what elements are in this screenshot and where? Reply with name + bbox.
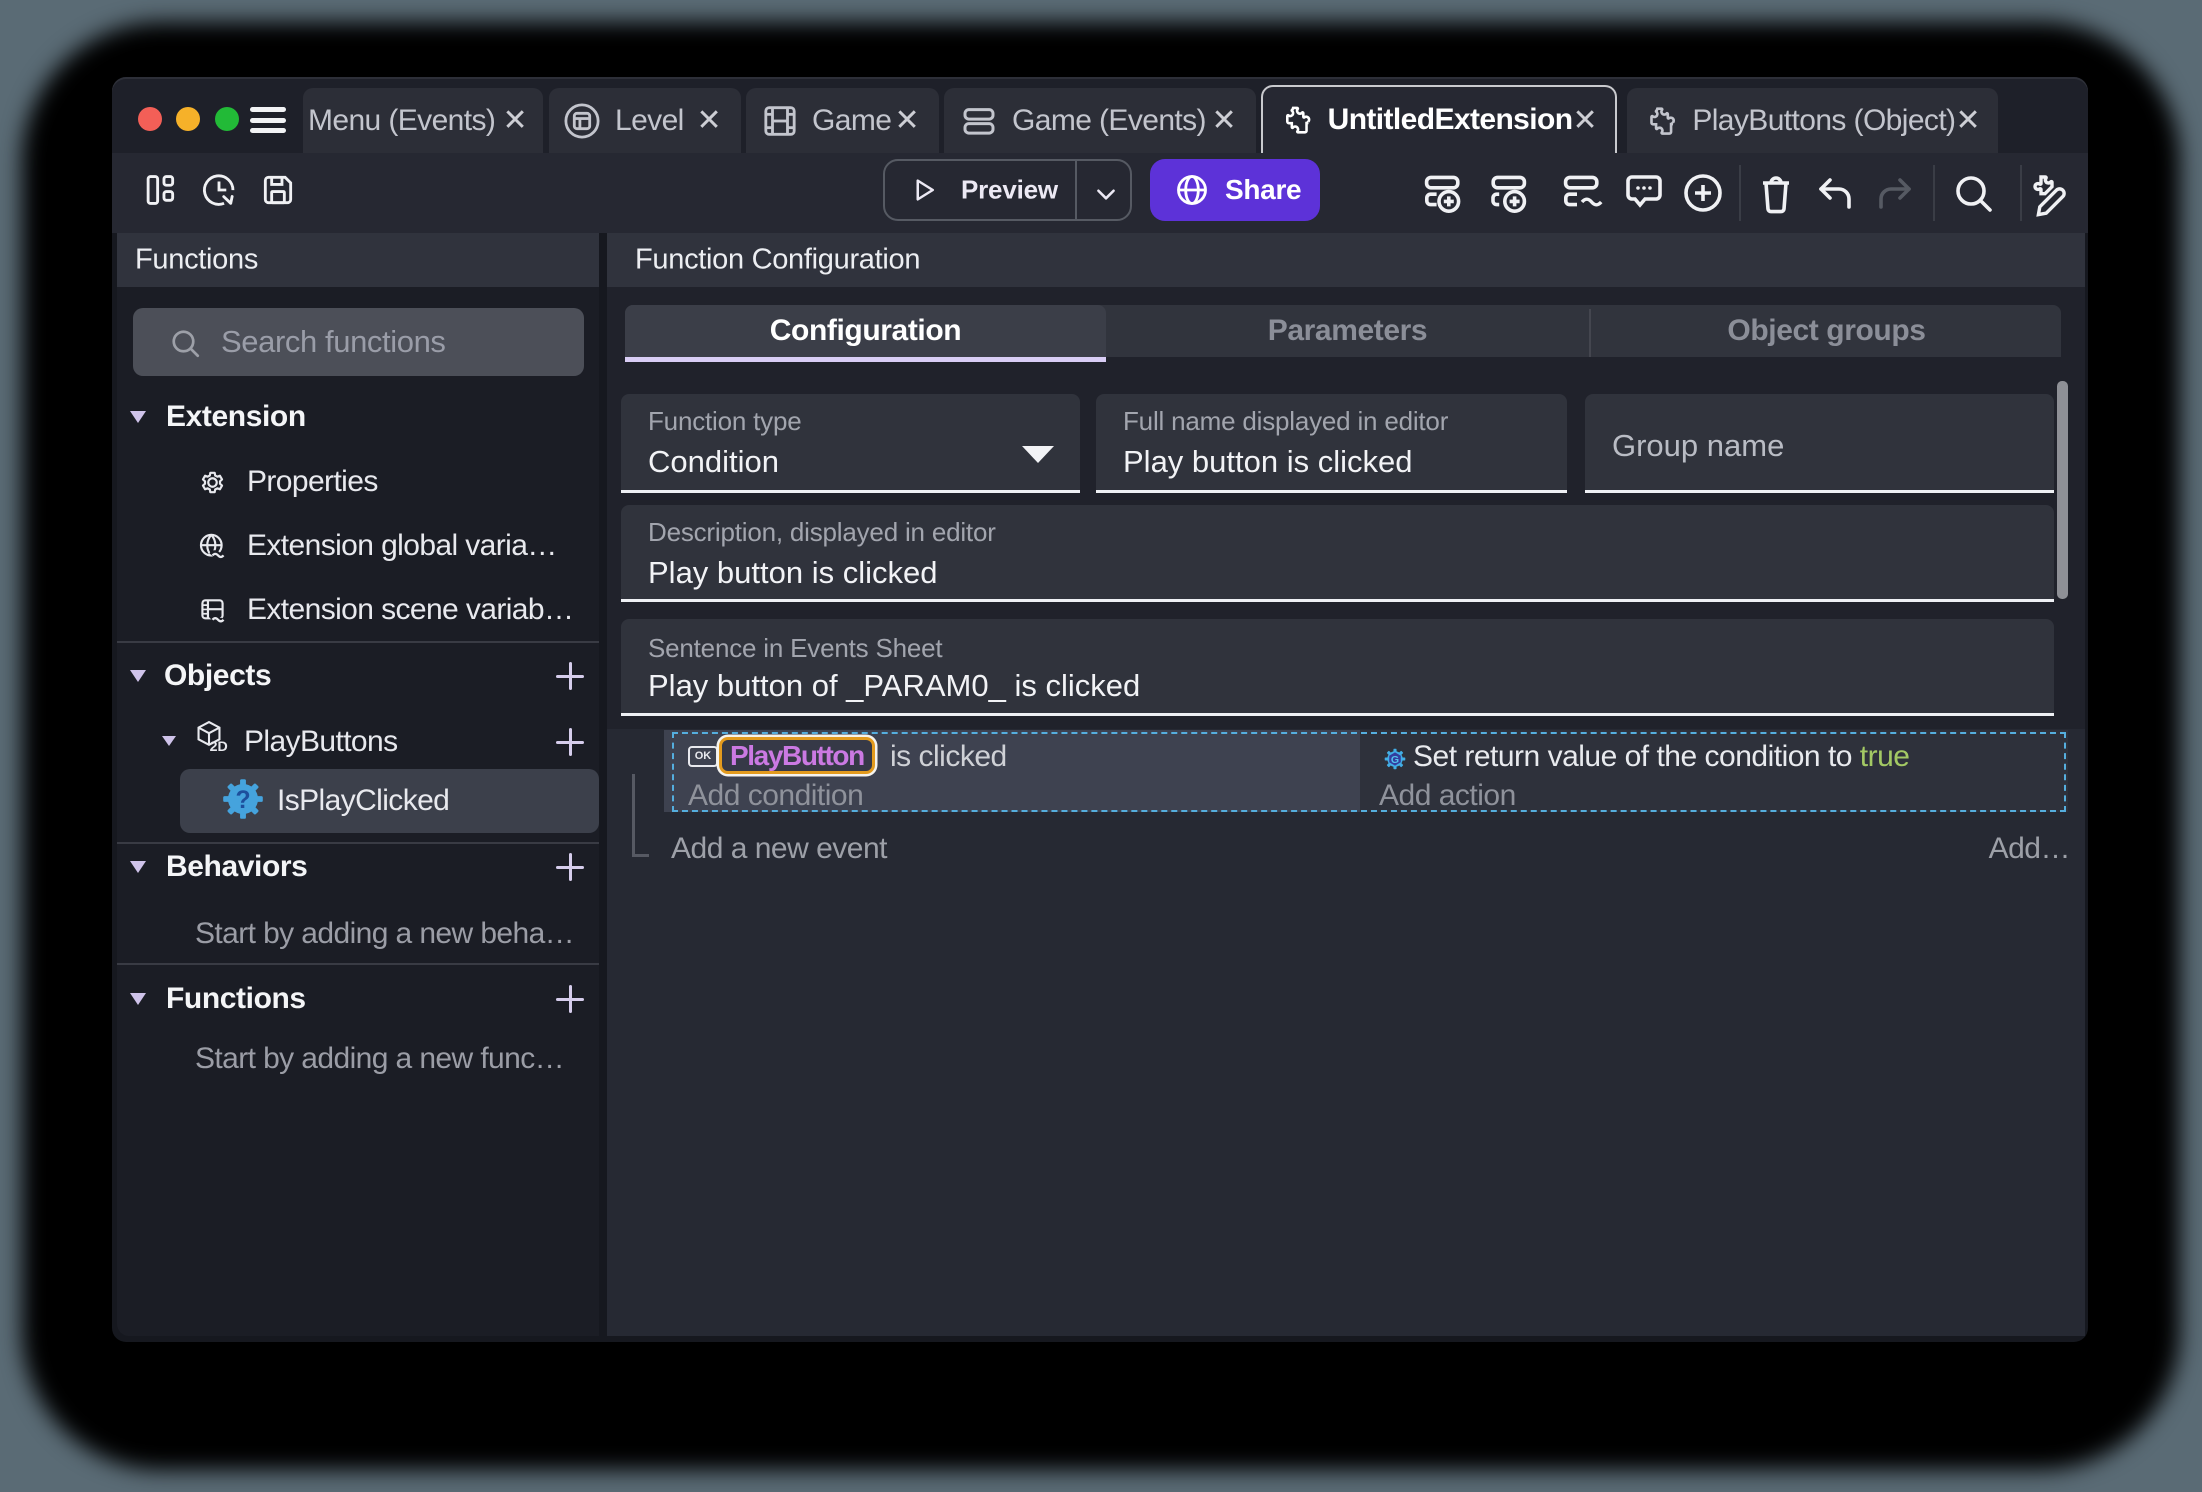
svg-text:G: G (1391, 754, 1399, 766)
